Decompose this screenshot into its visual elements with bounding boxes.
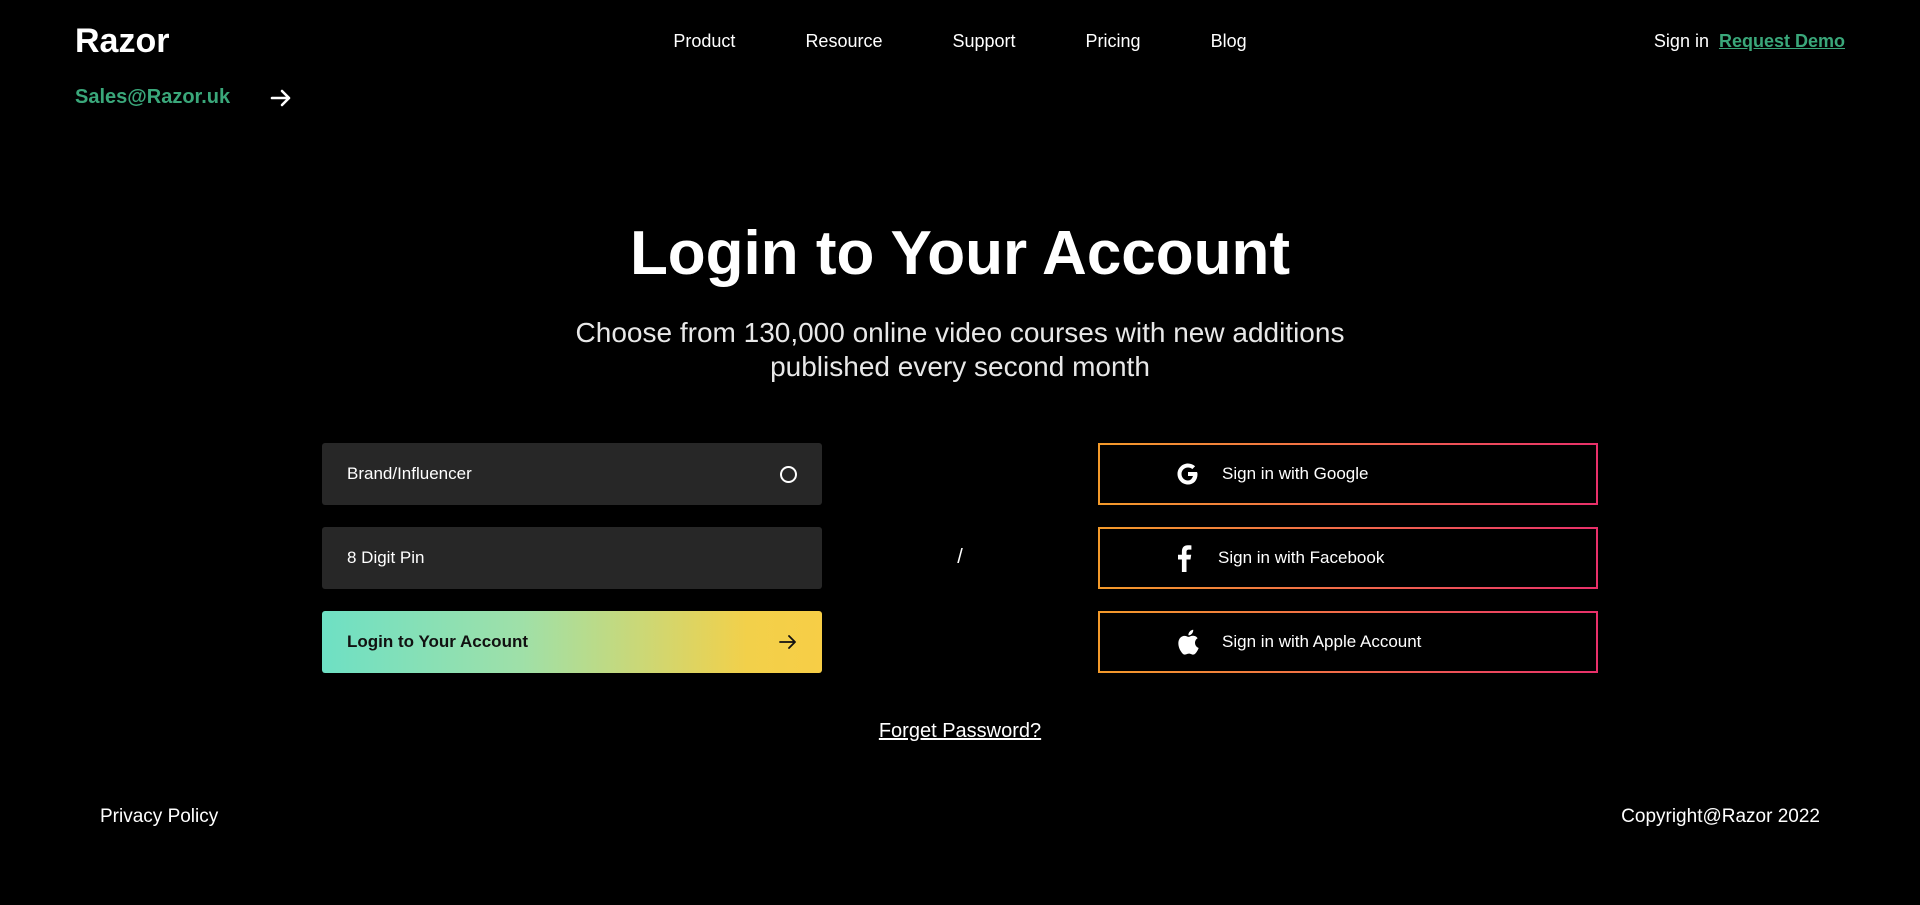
apple-signin-label: Sign in with Apple Account bbox=[1222, 632, 1422, 651]
nav-item-blog[interactable]: Blog bbox=[1176, 30, 1282, 52]
apple-icon bbox=[1174, 628, 1202, 656]
nav-item-support[interactable]: Support bbox=[917, 30, 1050, 52]
pin-input-placeholder: 8 Digit Pin bbox=[347, 548, 425, 567]
request-demo-link[interactable]: Request Demo bbox=[1719, 30, 1845, 52]
copyright-text: Copyright@Razor 2022 bbox=[1621, 806, 1820, 827]
header-actions: Sign in Request Demo bbox=[1654, 30, 1845, 52]
forgot-password: Forget Password? bbox=[0, 720, 1920, 743]
sales-email-link[interactable]: Sales@Razor.uk bbox=[75, 86, 230, 109]
privacy-policy-link[interactable]: Privacy Policy bbox=[100, 806, 218, 828]
sales-contact: Sales@Razor.uk bbox=[75, 86, 292, 109]
arrow-right-icon[interactable] bbox=[270, 88, 292, 108]
subtitle-line-2: published every second month bbox=[770, 351, 1150, 382]
radio-icon[interactable] bbox=[780, 465, 797, 483]
facebook-icon bbox=[1170, 544, 1198, 572]
page-subtitle: Choose from 130,000 online video courses… bbox=[560, 316, 1360, 384]
page-title: Login to Your Account bbox=[629, 219, 1291, 288]
nav-item-pricing[interactable]: Pricing bbox=[1051, 30, 1176, 52]
arrow-right-icon bbox=[779, 635, 796, 649]
google-icon bbox=[1174, 460, 1202, 488]
apple-signin-button[interactable]: Sign in with Apple Account bbox=[1098, 611, 1598, 673]
google-signin-label: Sign in with Google bbox=[1222, 464, 1369, 483]
facebook-signin-label: Sign in with Facebook bbox=[1218, 548, 1385, 567]
pin-input[interactable]: 8 Digit Pin bbox=[322, 527, 822, 589]
sign-in-link[interactable]: Sign in bbox=[1654, 30, 1709, 52]
facebook-signin-button[interactable]: Sign in with Facebook bbox=[1098, 527, 1598, 589]
or-divider: / bbox=[957, 546, 963, 568]
nav-item-resource[interactable]: Resource bbox=[770, 30, 917, 52]
subtitle-line-1: Choose from 130,000 online video courses… bbox=[575, 317, 1345, 348]
login-button[interactable]: Login to Your Account bbox=[322, 611, 822, 673]
google-signin-button[interactable]: Sign in with Google bbox=[1098, 443, 1598, 505]
role-select-field[interactable]: Brand/Influencer bbox=[322, 443, 822, 505]
nav-list: Product Resource Support Pricing Blog bbox=[638, 30, 1281, 52]
role-field-label: Brand/Influencer bbox=[347, 464, 472, 483]
main-nav: Product Resource Support Pricing Blog bbox=[0, 30, 1920, 52]
forgot-password-link[interactable]: Forget Password? bbox=[879, 720, 1041, 742]
logo[interactable]: Razor bbox=[75, 22, 169, 61]
login-button-label: Login to Your Account bbox=[347, 632, 528, 651]
nav-item-product[interactable]: Product bbox=[638, 30, 770, 52]
